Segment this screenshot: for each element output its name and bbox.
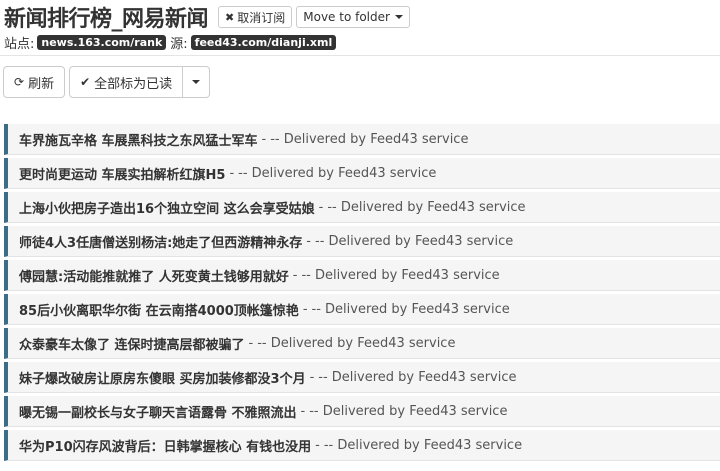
feed-item-separator: - [302,301,308,317]
feed-item-separator: - [229,165,235,181]
feed-item-separator: - [309,369,315,385]
feed-item[interactable]: 更时尚更运动 车展实拍解析红旗H5 - -- Delivered by Feed… [4,158,720,189]
title-row: 新闻排行榜_网易新闻 ✖ 取消订阅 Move to folder [4,2,716,32]
refresh-icon: ⟳ [14,75,25,89]
feed-item-list: 车界施瓦辛格 车展黑科技之东风猛士军车 - -- Delivered by Fe… [4,124,720,464]
check-icon: ✔ [80,75,91,89]
feed-item-title[interactable]: 上海小伙把房子造出16个独立空间 这么会享受姑娘 [19,198,315,217]
feed-item-separator: - [248,335,254,351]
feed-item[interactable]: 上海小伙把房子造出16个独立空间 这么会享受姑娘 - -- Delivered … [4,192,720,223]
feed-item-separator: - [292,267,298,283]
feed-item-title[interactable]: 车界施瓦辛格 车展黑科技之东风猛士军车 [19,130,258,149]
feed-item[interactable]: 众泰豪车太像了 连保时捷高层都被骗了 - -- Delivered by Fee… [4,328,720,359]
feed-item-description: -- Delivered by Feed43 service [257,335,456,351]
feed-item-description: -- Delivered by Feed43 service [311,301,510,317]
feed-item-description: -- Delivered by Feed43 service [315,233,514,249]
feed-item-title[interactable]: 华为P10闪存风波背后：日韩掌握核心 有钱也没用 [19,436,311,455]
feed-item-description: -- Delivered by Feed43 service [270,131,469,147]
move-to-folder-button[interactable]: Move to folder [296,6,410,28]
caret-down-icon [394,15,403,19]
feed-item-separator: - [318,199,324,215]
mark-all-read-label: 全部标为已读 [94,76,173,92]
feed-item-separator: - [315,437,320,453]
mark-all-read-button[interactable]: ✔ 全部标为已读 [69,66,184,98]
mark-read-dropdown-button[interactable] [183,66,211,98]
feed-item[interactable]: 师徒4人3任唐僧送别杨洁:她走了但西游精神永存 - -- Delivered b… [4,226,720,257]
refresh-button[interactable]: ⟳ 刷新 [3,66,66,98]
feed-item-title[interactable]: 众泰豪车太像了 连保时捷高层都被骗了 [19,334,245,353]
feed-item-description: -- Delivered by Feed43 service [327,199,526,215]
feed-item-title[interactable]: 85后小伙离职华尔街 在云南搭4000顶帐篷惊艳 [19,300,299,319]
feed-item-description: -- Delivered by Feed43 service [318,369,517,385]
page-title: 新闻排行榜_网易新闻 [4,7,209,32]
feed-item[interactable]: 车界施瓦辛格 车展黑科技之东风猛士军车 - -- Delivered by Fe… [4,124,720,155]
feed-item-title[interactable]: 曝无锡一副校长与女子聊天言语露骨 不雅照流出 [19,402,297,421]
unsubscribe-label: 取消订阅 [237,10,286,25]
unsubscribe-button[interactable]: ✖ 取消订阅 [218,6,293,28]
feed-item-title[interactable]: 更时尚更运动 车展实拍解析红旗H5 [19,164,225,183]
feed-item-title[interactable]: 傅园慧:活动能推就推了 人死变黄土钱够用就好 [19,266,289,285]
feed-item-separator: - [300,403,306,419]
source-url-link[interactable]: feed43.com/dianji.xml [190,34,337,50]
feed-item-separator: - [261,131,267,147]
feed-header: 新闻排行榜_网易新闻 ✖ 取消订阅 Move to folder 站点: new… [4,2,716,52]
feed-item-description: -- Delivered by Feed43 service [238,165,437,181]
feed-item[interactable]: 傅园慧:活动能推就推了 人死变黄土钱够用就好 - -- Delivered by… [4,260,720,291]
feed-item-title[interactable]: 妹子爆改破房让原房东傻眼 买房加装修都没3个月 [19,368,306,387]
site-label: 站点: [4,36,35,52]
feed-item-separator: - [306,233,311,249]
move-to-folder-label: Move to folder [303,10,390,24]
feed-item-description: -- Delivered by Feed43 service [309,403,508,419]
feed-item-title[interactable]: 师徒4人3任唐僧送别杨洁:她走了但西游精神永存 [19,232,302,251]
feed-meta: 站点: news.163.com/rank 源: feed43.com/dian… [4,32,716,52]
source-label: 源: [170,36,188,52]
header-divider [0,55,720,56]
site-url-link[interactable]: news.163.com/rank [37,34,167,50]
close-icon: ✖ [225,10,235,24]
caret-down-icon [192,80,201,84]
feed-item[interactable]: 华为P10闪存风波背后：日韩掌握核心 有钱也没用 - -- Delivered … [4,430,720,461]
feed-item[interactable]: 曝无锡一副校长与女子聊天言语露骨 不雅照流出 - -- Delivered by… [4,396,720,427]
feed-item-description: -- Delivered by Feed43 service [323,437,523,453]
refresh-label: 刷新 [28,76,55,92]
feed-item-description: -- Delivered by Feed43 service [301,267,500,283]
feed-item[interactable]: 85后小伙离职华尔街 在云南搭4000顶帐篷惊艳 - -- Delivered … [4,294,720,325]
feed-item[interactable]: 妹子爆改破房让原房东傻眼 买房加装修都没3个月 - -- Delivered b… [4,362,720,393]
toolbar: ⟳ 刷新 ✔ 全部标为已读 [3,66,211,98]
